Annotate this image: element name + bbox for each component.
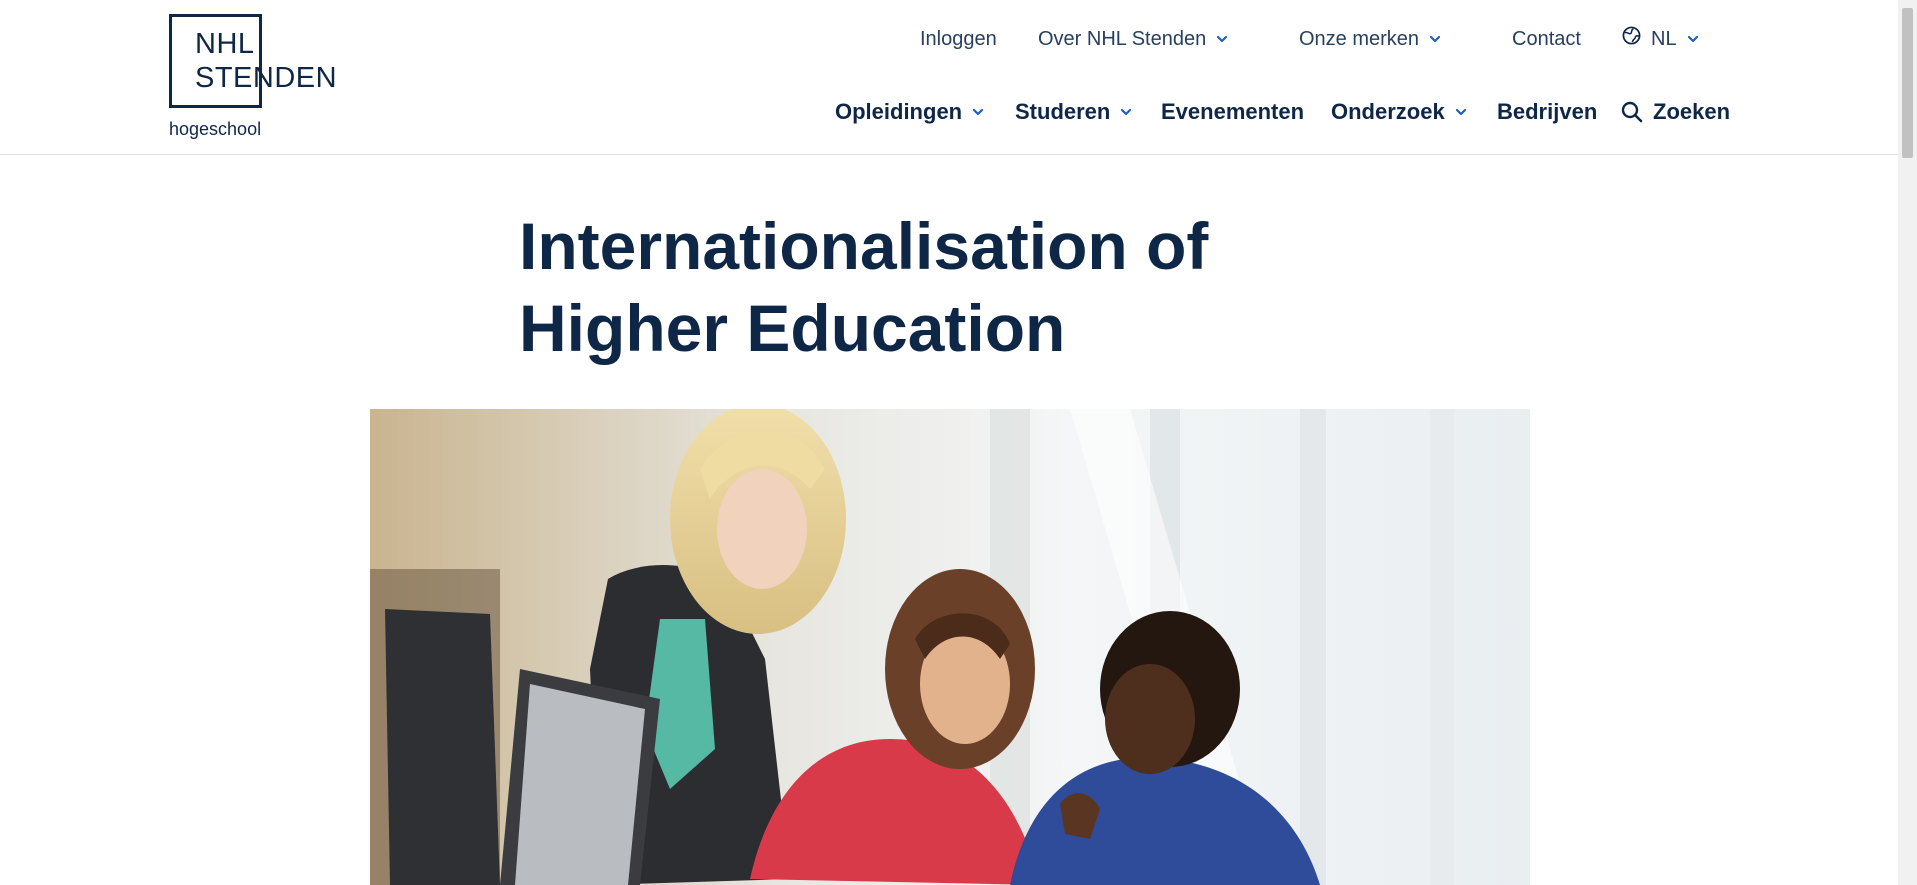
main-nav-evenementen[interactable]: Evenementen: [1161, 96, 1304, 128]
main-nav-label: Evenementen: [1161, 99, 1305, 124]
chevron-down-icon: [1216, 33, 1228, 45]
top-nav-onze-merken[interactable]: Onze merken: [1299, 24, 1441, 54]
browser-viewport: NHL STENDEN hogeschool Inloggen Over NHL…: [0, 0, 1898, 885]
hero-photo: [370, 409, 1530, 885]
logo-line-2: STENDEN: [195, 62, 338, 94]
top-nav-over-nhl-stenden[interactable]: Over NHL Stenden: [1038, 24, 1228, 54]
page-title-line-2: Higher Education: [519, 291, 1066, 365]
language-selector[interactable]: NL: [1622, 24, 1699, 54]
top-nav-label: Over NHL Stenden: [1038, 27, 1207, 50]
main-nav-studeren[interactable]: Studeren: [1015, 96, 1132, 128]
chevron-down-icon: [1455, 106, 1467, 118]
main-nav-opleidingen[interactable]: Opleidingen: [835, 96, 984, 128]
chevron-down-icon: [1120, 106, 1132, 118]
page-scrollbar[interactable]: [1898, 0, 1917, 885]
utility-nav: Inloggen Over NHL Stenden Onze merken Co…: [0, 24, 1898, 54]
top-nav-label: Onze merken: [1299, 27, 1420, 50]
search-icon: [1621, 101, 1643, 123]
main-nav-label: Studeren: [1015, 99, 1111, 124]
chevron-down-icon: [972, 106, 984, 118]
main-nav-label: Onderzoek: [1331, 99, 1445, 124]
site-header: NHL STENDEN hogeschool Inloggen Over NHL…: [0, 0, 1898, 155]
top-nav-label: Contact: [1512, 27, 1581, 50]
chevron-down-icon: [1429, 33, 1441, 45]
main-nav-bedrijven[interactable]: Bedrijven: [1497, 96, 1597, 128]
main-nav-label: Opleidingen: [835, 99, 963, 124]
language-label: NL: [1651, 27, 1677, 50]
main-nav-onderzoek[interactable]: Onderzoek: [1331, 96, 1467, 128]
page-title-line-1: Internationalisation of: [519, 209, 1209, 283]
page-title: Internationalisation of Higher Education: [519, 205, 1419, 369]
search-button[interactable]: Zoeken: [1621, 96, 1730, 128]
globe-icon: [1622, 26, 1641, 45]
top-nav-label: Inloggen: [920, 27, 997, 50]
chevron-down-icon: [1687, 33, 1699, 45]
scrollbar-thumb[interactable]: [1902, 8, 1913, 158]
top-nav-inloggen[interactable]: Inloggen: [920, 24, 997, 54]
main-nav: Opleidingen Studeren Evenementen Onderzo…: [0, 96, 1898, 128]
main-nav-label: Bedrijven: [1497, 99, 1598, 124]
search-label: Zoeken: [1653, 99, 1731, 124]
top-nav-contact[interactable]: Contact: [1512, 24, 1581, 54]
